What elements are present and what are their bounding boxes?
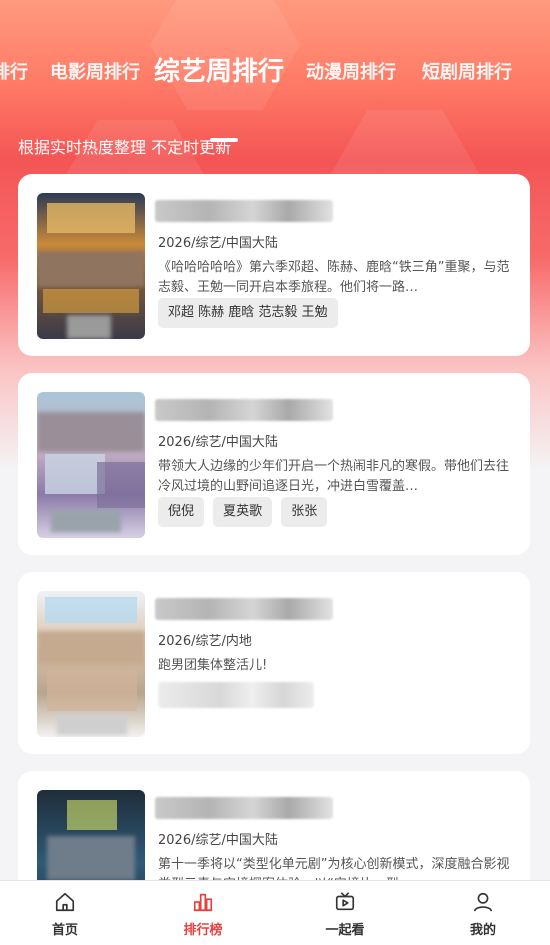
cast-chip[interactable]: 张张 xyxy=(281,497,328,527)
tab-movie-weekly[interactable]: 电影周排行 xyxy=(50,58,140,84)
show-title-blurred xyxy=(155,399,333,421)
show-title-blurred xyxy=(155,598,333,620)
ranking-card[interactable]: 2026/综艺/中国大陆 《哈哈哈哈哈》第六季邓超、陈赫、鹿晗“铁三角”重聚，与… xyxy=(18,174,530,356)
show-title-blurred xyxy=(155,200,333,222)
nav-mine[interactable]: 我的 xyxy=(443,891,523,938)
nav-watch-together[interactable]: 一起看 xyxy=(305,891,385,938)
nav-home-label: 首页 xyxy=(51,923,78,938)
nav-ranking-label: 排行榜 xyxy=(183,923,223,938)
home-icon xyxy=(55,892,75,912)
cast-chips: 倪倪 夏英歌 张张 xyxy=(158,497,331,527)
tab-ranking-partial[interactable]: 排行 xyxy=(0,58,28,84)
show-description: 《哈哈哈哈哈》第六季邓超、陈赫、鹿晗“铁三角”重聚，与范志毅、王勉一同开启本季旅… xyxy=(158,260,510,295)
ranking-tabs: 排行 电影周排行 综艺周排行 动漫周排行 短剧周排行 xyxy=(0,46,550,142)
cast-chip[interactable]: 倪倪 xyxy=(158,497,205,527)
nav-ranking[interactable]: 排行榜 xyxy=(163,891,243,938)
tab-short-drama-weekly[interactable]: 短剧周排行 xyxy=(422,58,512,84)
cast-blurred xyxy=(158,682,314,708)
page-subtitle: 根据实时热度整理 不定时更新 xyxy=(18,138,232,157)
show-meta: 2026/综艺/内地 xyxy=(158,634,252,649)
show-poster[interactable] xyxy=(37,193,145,339)
show-poster[interactable] xyxy=(37,392,145,538)
show-meta: 2026/综艺/中国大陆 xyxy=(158,833,278,848)
show-poster[interactable] xyxy=(37,591,145,737)
tab-anime-weekly[interactable]: 动漫周排行 xyxy=(306,58,396,84)
cast-chip[interactable]: 邓超 陈赫 鹿晗 范志毅 王勉 xyxy=(158,298,338,328)
show-description: 跑男团集体整活儿! xyxy=(158,658,268,673)
show-meta: 2026/综艺/中国大陆 xyxy=(158,236,278,251)
show-meta: 2026/综艺/中国大陆 xyxy=(158,435,278,450)
ranking-card[interactable]: 2026/综艺/内地 跑男团集体整活儿! xyxy=(18,572,530,754)
user-icon xyxy=(473,892,493,912)
chart-icon xyxy=(193,893,213,912)
cast-chips-blurred xyxy=(158,682,314,712)
tab-variety-weekly[interactable]: 综艺周排行 xyxy=(154,51,284,88)
nav-mine-label: 我的 xyxy=(469,923,496,938)
nav-home[interactable]: 首页 xyxy=(25,891,105,938)
cast-chips: 邓超 陈赫 鹿晗 范志毅 王勉 xyxy=(158,298,342,328)
bottom-nav: 首页 排行榜 一起看 我的 xyxy=(0,880,550,945)
show-description: 带领大人边缘的少年们开启一个热闹非凡的寒假。带他们去往冷风过境的山野间追逐日光，… xyxy=(158,459,510,494)
ranking-card[interactable]: 2026/综艺/中国大陆 带领大人边缘的少年们开启一个热闹非凡的寒假。带他们去往… xyxy=(18,373,530,555)
cast-chip[interactable]: 夏英歌 xyxy=(213,497,273,527)
nav-watch-together-label: 一起看 xyxy=(325,923,365,938)
tv-icon xyxy=(335,892,355,911)
show-title-blurred xyxy=(155,797,333,819)
